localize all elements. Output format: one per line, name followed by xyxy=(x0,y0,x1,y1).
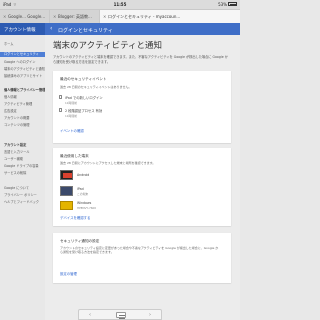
event-time: 11時間前 xyxy=(65,113,77,118)
status-bar: iPad ⌔ 11:55 53% xyxy=(0,0,240,9)
sidebar-item-drive-storage[interactable]: Google ドライブの容量 xyxy=(4,163,39,168)
card-title: 最近使用した端末 xyxy=(60,154,89,158)
sidebar-item-language[interactable]: 言語と入力ツール xyxy=(4,149,30,154)
sidebar-item-delete-services[interactable]: サービスの削除 xyxy=(4,170,26,175)
security-event-item[interactable]: iPad での新しいログイン 11時間前 xyxy=(59,95,103,105)
sidebar-item-about-google[interactable]: Google について xyxy=(4,185,29,190)
sidebar-item-account-overview[interactable]: アカウントの概要 xyxy=(4,115,30,120)
security-alerts-card: セキュリティ通知の設定 アカウントのセキュリティ設定に変更があった場合や不審なア… xyxy=(53,233,231,283)
event-time: 11時間前 xyxy=(65,100,77,105)
page-title: 端末のアクティビティと通知 xyxy=(53,41,163,51)
sidebar-item-content-control[interactable]: コンテンツの管理 xyxy=(4,122,30,127)
device-subtitle: HPENVY-7600 xyxy=(77,205,97,210)
sidebar-item-privacy-policy[interactable]: プライバシー ポリシー xyxy=(4,192,37,197)
recent-devices-card: 最近使用した端末 過去 28 日間にアカウントにアクセスした端末と場所を確認でき… xyxy=(53,148,231,226)
battery-icon xyxy=(228,2,237,6)
page-breadcrumb: ログインとセキュリティ xyxy=(58,27,113,34)
tab-title: Google... Google... xyxy=(8,14,46,19)
forward-icon[interactable]: › xyxy=(149,312,151,318)
close-tab-icon[interactable]: ✕ xyxy=(103,14,106,19)
sidebar-item-home[interactable]: ホーム xyxy=(4,41,13,46)
tab-title: ログインとセキュリティ - myaccoun... xyxy=(108,14,181,19)
menu-icon[interactable] xyxy=(116,312,126,319)
tablet-icon xyxy=(59,95,62,99)
device-item-ipad[interactable]: iPad この端末 xyxy=(77,187,88,196)
browser-tab[interactable]: ✕ Google... Google... xyxy=(0,10,49,23)
close-tab-icon[interactable]: ✕ xyxy=(53,14,56,19)
android-color-swatch xyxy=(62,173,72,178)
device-name: Windows xyxy=(77,201,92,205)
security-event-item[interactable]: 2 段階認証プロセス 有効 11時間前 xyxy=(59,108,103,118)
sidebar-item-google-signin[interactable]: Google へのログイン xyxy=(4,59,35,64)
card-description: 過去 28 日間のセキュリティイベントはありません。 xyxy=(60,85,132,89)
device-name: Android xyxy=(77,173,90,177)
device-item-windows[interactable]: Windows HPENVY-7600 xyxy=(77,201,96,210)
main-content: 端末のアクティビティと通知 アカウントのアクティビティと端末を確認できます。また… xyxy=(45,35,240,320)
event-name: 2 段階認証プロセス 有効 xyxy=(65,109,103,113)
card-title: セキュリティ通知の設定 xyxy=(60,239,100,243)
device-name: iPad xyxy=(77,187,84,191)
sidebar-item-login-security[interactable]: ログインとセキュリティ xyxy=(0,52,45,57)
sidebar-item-connected-apps[interactable]: 接続済みのアプリとサイト xyxy=(4,73,42,78)
security-events-card: 最近のセキュリティイベント 過去 28 日間のセキュリティイベントはありません。… xyxy=(53,71,231,143)
clock: 11:55 xyxy=(113,2,127,7)
sidebar-item-activity-controls[interactable]: アクティビティ管理 xyxy=(4,101,32,106)
browser-bottom-bar: ‹ › xyxy=(78,309,162,320)
browser-tab[interactable]: ✕ Blogger: 英語教... xyxy=(50,10,99,23)
app-header: アカウント情報 ‹ ログインとセキュリティ xyxy=(0,23,240,35)
review-devices-link[interactable]: デバイスを確認する xyxy=(60,215,90,220)
card-description: アカウントのセキュリティ設定に変更があった場合や不審なアクティビティを Goog… xyxy=(60,246,219,255)
sidebar-item-help-feedback[interactable]: ヘルプとフィードバック xyxy=(4,199,39,204)
tab-title: Blogger: 英語教... xyxy=(58,14,92,19)
sidebar-nav: ホーム ログインとセキュリティ Google へのログイン 端末のアクティビティ… xyxy=(0,35,45,320)
back-chevron-icon[interactable]: ‹ xyxy=(50,25,52,32)
card-title: 最近のセキュリティイベント xyxy=(60,77,107,81)
battery-percent: 53% xyxy=(218,2,227,7)
android-phone-icon xyxy=(60,170,73,180)
windows-laptop-icon xyxy=(60,201,73,210)
phone-icon xyxy=(59,108,62,112)
card-description: 過去 28 日間にアカウントにアクセスした端末と場所を確認できます。 xyxy=(60,161,156,165)
sidebar-item-accessibility[interactable]: ユーザー補助 xyxy=(4,156,23,161)
sidebar-item-ads-settings[interactable]: 広告設定 xyxy=(4,108,17,113)
device-item-android[interactable]: Android xyxy=(77,173,89,177)
page-intro: アカウントのアクティビティと端末を確認できます。また、不審なアクティビティを G… xyxy=(53,55,228,64)
sidebar-item-privacy[interactable]: 個人情報とプライバシー管理 xyxy=(4,87,45,92)
sidebar-item-device-activity[interactable]: 端末のアクティビティと通知 xyxy=(4,66,45,71)
browser-tab-bar: ✕ Google... Google... ✕ Blogger: 英語教... … xyxy=(0,9,240,23)
browser-tab-active[interactable]: ✕ ログインとセキュリティ - myaccoun... xyxy=(100,10,240,23)
manage-settings-link[interactable]: 設定の管理 xyxy=(60,271,77,276)
device-subtitle: この端末 xyxy=(77,191,89,196)
close-tab-icon[interactable]: ✕ xyxy=(3,14,6,19)
back-icon[interactable]: ‹ xyxy=(89,312,91,318)
sidebar-title: アカウント情報 xyxy=(0,23,45,35)
review-events-link[interactable]: イベントの確認 xyxy=(60,128,84,133)
ipad-icon xyxy=(60,186,73,196)
sidebar-item-personal-info[interactable]: 個人情報 xyxy=(4,94,17,99)
sidebar-item-account-prefs[interactable]: アカウント設定 xyxy=(4,142,26,147)
event-name: iPad での新しいログイン xyxy=(65,96,103,100)
